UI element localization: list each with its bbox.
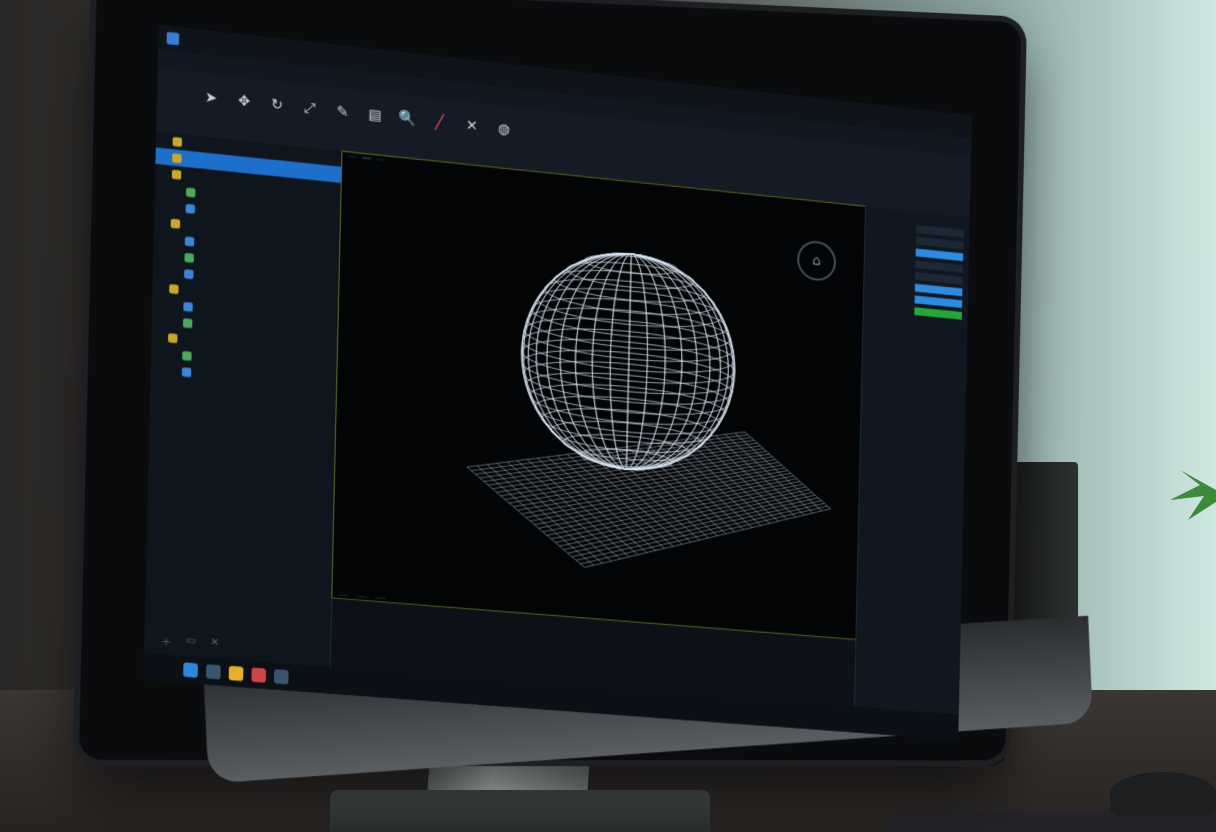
cursor-tool-button[interactable]: ➤ [198,82,223,113]
viewport-tab[interactable] [376,158,386,162]
grid-line [530,450,791,543]
mesh-icon [185,203,196,214]
viewport-tab[interactable] [348,155,357,159]
globe-tool-button[interactable]: ◍ [491,114,516,145]
folder-icon [172,152,182,163]
scale-icon: ⤢ [303,99,316,118]
grid-line [572,479,821,577]
mesh-icon [183,301,193,312]
monitor: ➤ ✥ ↻ ⤢ ✎ ▤ 🔍 ╱ ✕ ◍ ＋ ▭ ✕ ⌂ [78,0,1093,784]
grid-line [534,453,793,546]
wireframe-sphere-on-grid[interactable] [333,172,866,619]
pen-tool-button[interactable]: ╱ [427,107,452,138]
viewport-tab-active[interactable] [362,156,371,160]
move-icon: ✥ [237,92,251,111]
mesh-icon [184,268,194,279]
browser-icon[interactable] [183,662,198,678]
cut-tool-button[interactable]: ✕ [459,111,484,142]
sphere-outline [519,243,737,478]
add-icon[interactable]: ＋ [161,633,172,649]
folder-icon [171,169,182,180]
mesh-icon [181,366,192,377]
scene-tree-panel: ＋ ▭ ✕ [144,131,343,668]
grid-line [568,476,818,574]
folder-icon [167,332,178,343]
viewport-status [338,593,386,600]
folder-icon[interactable] [205,664,221,680]
grid-line [465,467,587,567]
layers-icon: ▤ [367,106,382,125]
property-list [869,218,964,321]
trash-icon[interactable]: ✕ [210,637,219,653]
app-icon[interactable] [251,667,267,683]
grid-line [743,432,832,509]
grid-line [526,447,788,539]
viewport-status-item [375,596,386,600]
brush-icon: ✎ [336,103,349,121]
mesh-icon [184,252,194,263]
globe-icon: ◍ [497,120,511,139]
plant [1170,470,1216,520]
layers-tool-button[interactable]: ▤ [362,100,387,131]
app-logo-icon [166,31,180,46]
move-tool-button[interactable]: ✥ [231,86,256,117]
grid-line [475,413,751,499]
properties-panel [853,205,970,715]
mesh-icon [184,235,195,247]
3d-viewport[interactable]: ⌂ [331,150,867,641]
folder-icon [169,283,179,294]
viewport-status-item [356,595,367,599]
search-tool-button[interactable]: 🔍 [395,104,420,135]
sidebar-footer: ＋ ▭ ✕ [161,633,219,653]
folder-icon [172,136,183,147]
folder-icon[interactable]: ▭ [186,635,196,651]
mesh-icon [182,350,192,361]
rotate-icon: ↻ [270,96,284,114]
cursor-icon: ➤ [204,89,218,107]
mesh-icon [182,317,193,328]
grid-line [580,485,827,584]
rotate-tool-button[interactable]: ↻ [264,90,289,121]
scene-tree [151,131,342,394]
grid-line [576,482,824,581]
grid-line [585,488,831,588]
screen: ➤ ✥ ↻ ⤢ ✎ ▤ 🔍 ╱ ✕ ◍ ＋ ▭ ✕ ⌂ [143,24,972,741]
monitor-stand-base [330,790,710,832]
brush-tool-button[interactable]: ✎ [330,97,355,128]
folder-icon [170,218,181,229]
cut-icon: ✕ [465,117,478,135]
scale-tool-button[interactable]: ⤢ [297,93,322,124]
property-value-field[interactable] [914,307,962,320]
mesh-icon [185,186,196,198]
viewport-status-item [338,593,349,597]
sphere-longitude-line [626,254,631,469]
settings-icon[interactable] [273,669,289,685]
mouse [1110,772,1216,816]
grid-line [734,433,824,511]
pen-icon: ╱ [435,114,445,132]
files-icon[interactable] [228,665,244,682]
search-icon: 🔍 [398,110,417,129]
